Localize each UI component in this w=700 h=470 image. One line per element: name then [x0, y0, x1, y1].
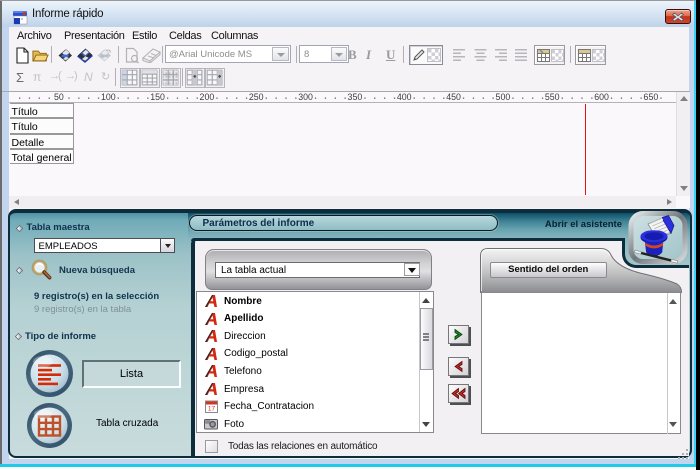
- svg-text:50: 50: [54, 92, 64, 102]
- svg-text:250: 250: [249, 92, 264, 102]
- svg-text:350: 350: [348, 92, 363, 102]
- svg-text:200: 200: [200, 92, 215, 102]
- svg-text:300: 300: [298, 92, 313, 102]
- svg-text:150: 150: [150, 92, 165, 102]
- svg-text:500: 500: [496, 92, 511, 102]
- svg-text:100: 100: [101, 92, 116, 102]
- svg-text:400: 400: [397, 92, 412, 102]
- svg-text:550: 550: [545, 92, 560, 102]
- svg-text:600: 600: [594, 92, 609, 102]
- svg-text:650: 650: [644, 92, 659, 102]
- svg-text:17: 17: [207, 405, 215, 412]
- svg-text:450: 450: [446, 92, 461, 102]
